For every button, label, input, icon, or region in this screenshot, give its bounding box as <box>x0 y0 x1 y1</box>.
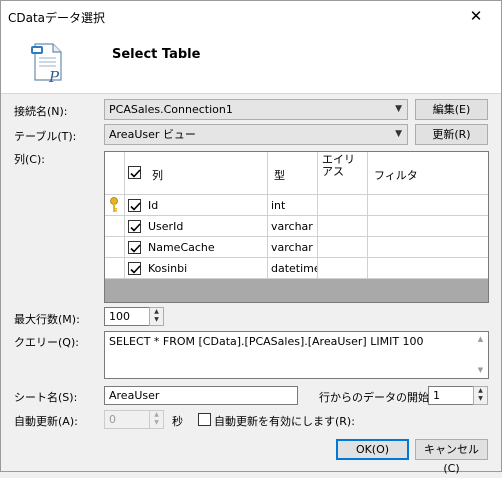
auto-refresh-stepper[interactable]: ▲ ▼ <box>149 410 164 429</box>
column-checkbox[interactable] <box>128 262 141 275</box>
column-name: Id <box>148 199 159 212</box>
start-row-stepper[interactable]: ▲ ▼ <box>473 386 488 405</box>
column-checkbox[interactable] <box>128 220 141 233</box>
start-row-label: 行からのデータの開始 <box>319 391 429 404</box>
chevron-down-icon[interactable]: ▼ <box>150 316 163 324</box>
filter-cell[interactable] <box>368 216 488 237</box>
columns-grid: 列 型 エイリアス フィルタ Id int UserId varchar Nam… <box>104 151 489 303</box>
grid-header-row: 列 型 エイリアス フィルタ <box>105 152 488 195</box>
column-type: datetime <box>271 262 318 275</box>
column-type: int <box>271 199 286 212</box>
table-label: テーブル(T): <box>14 130 77 143</box>
chevron-up-icon[interactable]: ▲ <box>474 387 487 395</box>
chevron-down-icon[interactable]: ▼ <box>150 419 163 427</box>
chevron-up-icon[interactable]: ▲ <box>150 411 163 419</box>
max-rows-stepper[interactable]: ▲ ▼ <box>149 307 164 326</box>
edit-button[interactable]: 編集(E) <box>415 99 488 120</box>
dialog-window: CDataデータ選択 ✕ P Select Table 接続名(N): PCAS… <box>0 0 502 475</box>
chevron-down-icon: ▼ <box>395 104 402 114</box>
table-select[interactable]: AreaUser ビュー ▼ <box>104 124 408 145</box>
header-type: 型 <box>274 169 285 182</box>
header-col: 列 <box>152 169 163 182</box>
max-rows-input[interactable]: 100 <box>104 307 151 326</box>
alias-cell[interactable] <box>318 216 368 237</box>
query-textarea[interactable]: SELECT * FROM [CData].[PCASales].[AreaUs… <box>104 331 489 379</box>
select-all-checkbox[interactable] <box>128 166 141 179</box>
refresh-button[interactable]: 更新(R) <box>415 124 488 145</box>
auto-refresh-checkbox-label[interactable]: 自動更新を有効にします(R): <box>214 413 355 429</box>
chevron-down-icon: ▼ <box>395 129 402 139</box>
column-name: Kosinbi <box>148 262 188 275</box>
table-row[interactable]: UserId varchar <box>105 216 488 237</box>
query-label: クエリー(Q): <box>14 336 79 349</box>
filter-cell[interactable] <box>368 258 488 279</box>
auto-refresh-checkbox[interactable] <box>198 413 211 426</box>
query-scrollbar[interactable]: ▲ ▼ <box>473 332 488 378</box>
connection-value: PCASales.Connection1 <box>109 103 233 116</box>
document-p-icon: P <box>29 40 69 86</box>
start-row-input[interactable]: 1 <box>428 386 474 405</box>
table-row[interactable]: NameCache varchar <box>105 237 488 258</box>
max-rows-label: 最大行数(M): <box>14 313 80 326</box>
header-divider <box>1 93 501 94</box>
connection-label: 接続名(N): <box>14 105 68 118</box>
chevron-down-icon[interactable]: ▼ <box>473 363 488 378</box>
connection-select[interactable]: PCASales.Connection1 ▼ <box>104 99 408 120</box>
svg-text:P: P <box>48 68 60 84</box>
auto-refresh-label: 自動更新(A): <box>14 415 78 428</box>
window-title: CDataデータ選択 <box>8 11 106 25</box>
header-filter: フィルタ <box>374 169 418 182</box>
chevron-down-icon[interactable]: ▼ <box>474 395 487 403</box>
cancel-button[interactable]: キャンセル(C) <box>415 439 488 475</box>
table-value: AreaUser ビュー <box>109 128 196 141</box>
close-button[interactable]: ✕ <box>457 5 495 27</box>
sheet-label: シート名(S): <box>14 391 78 404</box>
column-checkbox[interactable] <box>128 199 141 212</box>
auto-refresh-input[interactable]: 0 <box>104 410 151 429</box>
filter-cell[interactable] <box>368 195 488 216</box>
filter-cell[interactable] <box>368 237 488 258</box>
page-title: Select Table <box>112 47 201 62</box>
column-checkbox[interactable] <box>128 241 141 254</box>
seconds-unit: 秒 <box>172 415 183 428</box>
dialog-header: P Select Table <box>1 31 501 93</box>
alias-cell[interactable] <box>318 237 368 258</box>
columns-label: 列(C): <box>14 153 45 166</box>
column-type: varchar <box>271 241 313 254</box>
alias-cell[interactable] <box>318 258 368 279</box>
chevron-up-icon[interactable]: ▲ <box>150 308 163 316</box>
table-row[interactable]: Id int <box>105 195 488 216</box>
alias-cell[interactable] <box>318 195 368 216</box>
table-row[interactable]: Kosinbi datetime <box>105 258 488 279</box>
column-name: UserId <box>148 220 184 233</box>
ok-button[interactable]: OK(O) <box>336 439 409 460</box>
column-name: NameCache <box>148 241 215 254</box>
title-bar: CDataデータ選択 ✕ <box>1 1 501 31</box>
query-text: SELECT * FROM [CData].[PCASales].[AreaUs… <box>109 335 424 348</box>
sheet-name-input[interactable]: AreaUser <box>104 386 298 405</box>
header-alias: エイリアス <box>322 153 355 178</box>
key-icon <box>108 197 120 215</box>
column-type: varchar <box>271 220 313 233</box>
chevron-up-icon[interactable]: ▲ <box>473 332 488 347</box>
